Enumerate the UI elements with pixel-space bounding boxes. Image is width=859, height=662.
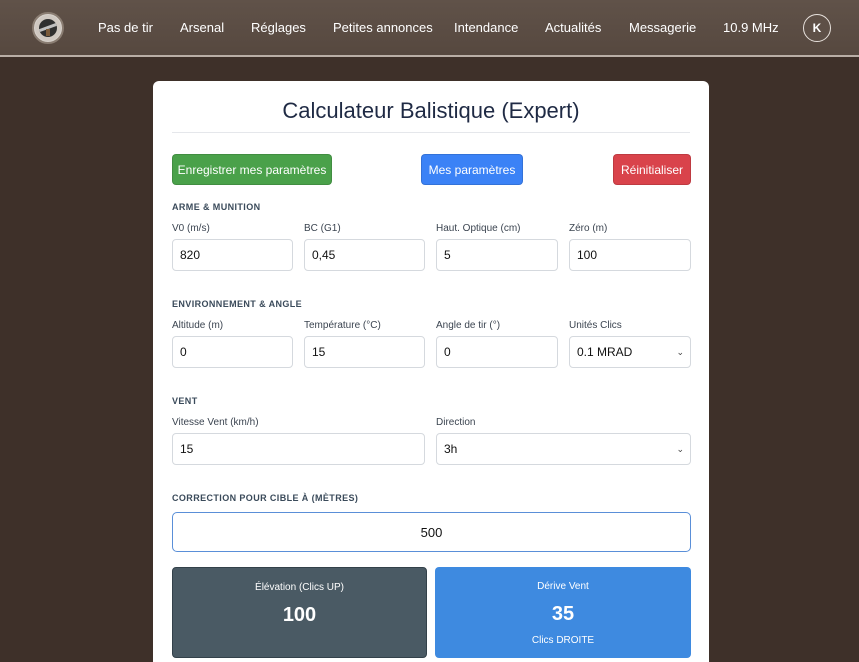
- ballistic-calculator-card: Calculateur Balistique (Expert) Enregist…: [153, 81, 709, 662]
- bc-label: BC (G1): [304, 223, 341, 234]
- target-distance-input[interactable]: 500: [172, 512, 691, 552]
- v0-label: V0 (m/s): [172, 223, 210, 234]
- title-divider: [172, 132, 690, 133]
- altitude-input[interactable]: 0: [172, 336, 293, 368]
- wind-direction-value: 3h: [444, 442, 458, 456]
- elevation-value: 100: [282, 604, 317, 626]
- chevron-down-icon: ⌄: [676, 443, 684, 454]
- wind-drift-label: Dérive Vent: [537, 581, 589, 592]
- top-navbar: Pas de tir Arsenal Réglages Petites anno…: [0, 0, 859, 57]
- optic-height-input[interactable]: 5: [436, 239, 558, 271]
- section-wind-title: VENT: [172, 396, 198, 406]
- chevron-down-icon: ⌄: [676, 346, 684, 357]
- club-logo-icon[interactable]: [32, 12, 64, 44]
- optic-height-label: Haut. Optique (cm): [436, 223, 521, 234]
- wind-speed-label: Vitesse Vent (km/h): [172, 417, 259, 428]
- shot-angle-input[interactable]: 0: [436, 336, 558, 368]
- zero-input[interactable]: 100: [569, 239, 691, 271]
- click-units-label: Unités Clics: [569, 320, 622, 331]
- elevation-label: Élévation (Clics UP): [255, 582, 344, 593]
- nav-item-messagerie[interactable]: Messagerie: [629, 20, 696, 35]
- bc-input[interactable]: 0,45: [304, 239, 425, 271]
- nav-item-actualites[interactable]: Actualités: [545, 20, 601, 35]
- my-params-button[interactable]: Mes paramètres: [421, 154, 523, 185]
- zero-label: Zéro (m): [569, 223, 608, 234]
- wind-drift-direction: Clics DROITE: [531, 635, 595, 646]
- save-params-button[interactable]: Enregistrer mes paramètres: [172, 154, 332, 185]
- nav-item-arsenal[interactable]: Arsenal: [180, 20, 224, 35]
- nav-item-reglages[interactable]: Réglages: [251, 20, 306, 35]
- wind-direction-label: Direction: [436, 417, 476, 428]
- v0-input[interactable]: 820: [172, 239, 293, 271]
- elevation-result-box: Élévation (Clics UP) 100: [172, 567, 427, 658]
- altitude-label: Altitude (m): [172, 320, 224, 331]
- nav-item-intendance[interactable]: Intendance: [454, 20, 518, 35]
- nav-item-radio[interactable]: 10.9 MHz: [723, 20, 779, 35]
- section-weapon-title: ARME & MUNITION: [172, 202, 261, 212]
- wind-speed-input[interactable]: 15: [172, 433, 425, 465]
- shot-angle-label: Angle de tir (°): [436, 320, 501, 331]
- wind-direction-select[interactable]: 3h ⌄: [436, 433, 691, 465]
- user-avatar[interactable]: K: [803, 14, 831, 42]
- click-units-value: 0.1 MRAD: [577, 345, 633, 359]
- section-target-title: CORRECTION POUR CIBLE À (MÈTRES): [172, 493, 359, 503]
- temperature-input[interactable]: 15: [304, 336, 425, 368]
- section-environment-title: ENVIRONNEMENT & ANGLE: [172, 299, 303, 309]
- reset-button[interactable]: Réinitialiser: [613, 154, 691, 185]
- click-units-select[interactable]: 0.1 MRAD ⌄: [569, 336, 691, 368]
- nav-item-petites-annonces[interactable]: Petites annonces: [333, 20, 433, 35]
- nav-item-pas-de-tir[interactable]: Pas de tir: [98, 20, 153, 35]
- wind-drift-value: 35: [551, 603, 575, 625]
- wind-drift-result-box: Dérive Vent 35 Clics DROITE: [435, 567, 691, 658]
- page-title: Calculateur Balistique (Expert): [282, 98, 580, 123]
- temperature-label: Température (°C): [304, 320, 381, 331]
